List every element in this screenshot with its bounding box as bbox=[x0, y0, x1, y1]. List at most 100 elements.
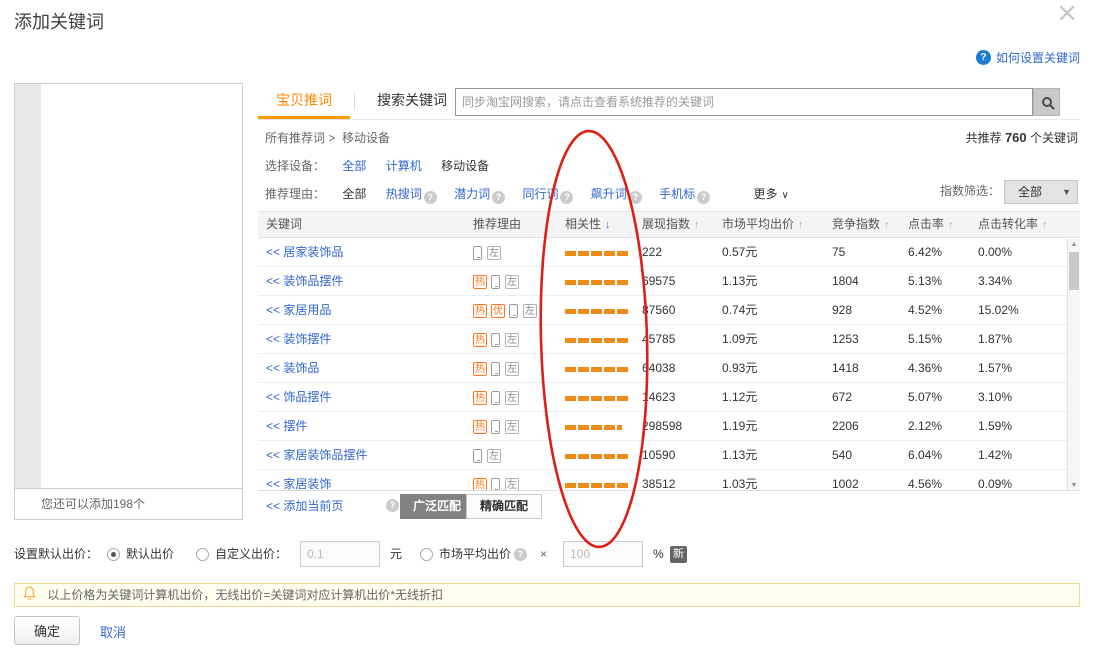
broad-match-button[interactable]: 广泛匹配 bbox=[400, 494, 474, 519]
market-avg-bid-cell: 0.57元 bbox=[720, 238, 830, 266]
confirm-button[interactable]: 确定 bbox=[14, 616, 80, 645]
reason-option-mobile-tag[interactable]: 手机标 bbox=[659, 187, 695, 201]
device-option-all[interactable]: 全部 bbox=[342, 159, 366, 173]
column-header-market-avg-bid[interactable]: 市场平均出价↑ bbox=[720, 212, 830, 237]
column-header-relevance[interactable]: 相关性 ↓ bbox=[558, 212, 640, 237]
sort-asc-icon[interactable]: ↑ bbox=[948, 219, 954, 231]
radio-custom-bid[interactable] bbox=[196, 548, 209, 561]
column-header-competition-index[interactable]: 竞争指数↑ bbox=[830, 212, 906, 237]
dropdown-arrow-icon: ▼ bbox=[1062, 181, 1071, 203]
mobile-device-icon bbox=[473, 449, 482, 463]
ctr-cell: 4.36% bbox=[906, 354, 976, 382]
keyword-link[interactable]: << 装饰品摆件 bbox=[266, 274, 343, 288]
help-circle-icon[interactable]: ? bbox=[424, 191, 437, 204]
keyword-link[interactable]: << 居家装饰品 bbox=[266, 245, 343, 259]
radio-market-avg-bid[interactable] bbox=[420, 548, 433, 561]
custom-bid-label[interactable]: 自定义出价： bbox=[215, 540, 287, 568]
help-circle-icon[interactable]: ? bbox=[514, 548, 527, 561]
relevance-bar-segment bbox=[578, 280, 589, 285]
relevance-bars bbox=[565, 268, 630, 296]
help-circle-icon[interactable]: ? bbox=[560, 191, 573, 204]
keyword-link[interactable]: << 家居用品 bbox=[266, 303, 331, 317]
cancel-button[interactable]: 取消 bbox=[100, 622, 126, 641]
device-option-mobile[interactable]: 移动设备 bbox=[441, 159, 489, 173]
reason-option-surging[interactable]: 飙升词 bbox=[591, 187, 627, 201]
device-option-computer[interactable]: 计算机 bbox=[386, 159, 422, 173]
keyword-link[interactable]: << 家居装饰 bbox=[266, 477, 331, 490]
help-link-row[interactable]: ?如何设置关键词 bbox=[976, 49, 1080, 66]
keyword-link[interactable]: << 摆件 bbox=[266, 419, 307, 433]
keyword-cell: << 摆件 bbox=[258, 412, 473, 440]
relevance-bars bbox=[565, 355, 630, 383]
impression-index-cell: 14623 bbox=[640, 383, 720, 411]
relevance-bars bbox=[565, 413, 624, 441]
column-header-label: 展现指数 bbox=[642, 217, 690, 231]
relevance-bar-segment bbox=[604, 251, 615, 256]
keyword-search-input[interactable] bbox=[455, 88, 1033, 116]
sort-desc-icon[interactable]: ↓ bbox=[605, 219, 611, 231]
scrollbar-thumb[interactable] bbox=[1069, 252, 1079, 290]
column-header-impression-index[interactable]: 展现指数 ↑ bbox=[640, 212, 720, 237]
price-notice-text: 以上价格为关键词计算机出价，无线出价=关键词对应计算机出价*无线折扣 bbox=[47, 588, 443, 602]
percent-input[interactable] bbox=[563, 541, 643, 567]
reason-option-all[interactable]: 全部 bbox=[342, 187, 366, 201]
keyword-link[interactable]: << 家居装饰品摆件 bbox=[266, 448, 367, 462]
filters-section: 所有推荐词 > 移动设备 选择设备： 全部 计算机 移动设备 推荐理由： 全部 … bbox=[258, 120, 1080, 211]
ctr-cell: 4.52% bbox=[906, 296, 976, 324]
market-avg-bid-cell: 1.13元 bbox=[720, 267, 830, 295]
help-circle-icon[interactable]: ? bbox=[629, 191, 642, 204]
column-header-ctr[interactable]: 点击率↑ bbox=[906, 212, 976, 237]
keyword-link[interactable]: << 装饰品 bbox=[266, 361, 319, 375]
help-circle-icon[interactable]: ? bbox=[386, 499, 399, 512]
sort-asc-icon[interactable]: ↑ bbox=[884, 219, 890, 231]
reason-cell: 热左 bbox=[473, 470, 558, 490]
keyword-cell: << 装饰品 bbox=[258, 354, 473, 382]
bid-settings-row: 设置默认出价： 默认出价 自定义出价： 元 市场平均出价 ? × % 新 bbox=[14, 540, 1080, 568]
tab-item-recommend[interactable]: 宝贝推词 bbox=[258, 83, 350, 119]
relevance-bar-segment bbox=[591, 396, 602, 401]
breadcrumb: 所有推荐词 > 移动设备 bbox=[265, 129, 390, 146]
close-icon[interactable]: × bbox=[1056, 0, 1078, 26]
index-filter-dropdown[interactable]: 全部▼ bbox=[1004, 180, 1078, 204]
index-filter-label: 指数筛选： bbox=[940, 184, 1000, 198]
market-avg-bid-label[interactable]: 市场平均出价 bbox=[439, 540, 511, 568]
add-current-page-link[interactable]: << 添加当前页 bbox=[266, 491, 343, 521]
reason-option-peer[interactable]: 同行词 bbox=[522, 187, 558, 201]
tab-search-keywords[interactable]: 搜索关键词 bbox=[359, 83, 465, 119]
table-row: << 家居用品热优左875600.74元9284.52%15.02% bbox=[258, 296, 1067, 325]
ctr-cell: 4.56% bbox=[906, 470, 976, 490]
how-to-set-keywords-link[interactable]: 如何设置关键词 bbox=[996, 51, 1080, 65]
impression-index-cell: 45785 bbox=[640, 325, 720, 353]
more-filters-button[interactable]: 更多∨ bbox=[754, 187, 789, 201]
radio-default-bid[interactable] bbox=[107, 548, 120, 561]
relevance-bar-segment bbox=[565, 251, 576, 256]
sort-asc-icon[interactable]: ↑ bbox=[798, 219, 804, 231]
search-button[interactable] bbox=[1033, 88, 1060, 116]
breadcrumb-root[interactable]: 所有推荐词 bbox=[265, 131, 325, 145]
help-circle-icon[interactable]: ? bbox=[697, 191, 710, 204]
multiply-sign: × bbox=[540, 540, 547, 568]
conversion-rate-cell: 1.57% bbox=[976, 354, 1066, 382]
relevance-bar-segment bbox=[565, 454, 576, 459]
relevance-cell bbox=[558, 354, 640, 382]
reason-option-potential[interactable]: 潜力词 bbox=[454, 187, 490, 201]
default-bid-label[interactable]: 默认出价 bbox=[126, 540, 174, 568]
scrollbar-down-icon[interactable]: ▼ bbox=[1068, 482, 1080, 489]
scrollbar-up-icon[interactable]: ▲ bbox=[1068, 241, 1080, 248]
sort-asc-icon[interactable]: ↑ bbox=[694, 219, 700, 231]
exact-match-button[interactable]: 精确匹配 bbox=[466, 494, 542, 519]
keyword-link[interactable]: << 饰品摆件 bbox=[266, 390, 331, 404]
sort-asc-icon[interactable]: ↑ bbox=[1042, 219, 1048, 231]
custom-bid-input[interactable] bbox=[300, 541, 380, 567]
column-header-conversion-rate[interactable]: 点击转化率↑ bbox=[976, 212, 1066, 237]
price-notice-bar: 以上价格为关键词计算机出价，无线出价=关键词对应计算机出价*无线折扣 bbox=[14, 583, 1080, 607]
competition-index-cell: 672 bbox=[830, 383, 906, 411]
help-circle-icon[interactable]: ? bbox=[492, 191, 505, 204]
keyword-link[interactable]: << 装饰摆件 bbox=[266, 332, 331, 346]
ctr-cell: 2.12% bbox=[906, 412, 976, 440]
reason-option-hot[interactable]: 热搜词 bbox=[386, 187, 422, 201]
column-header-label: 相关性 bbox=[565, 217, 601, 231]
ctr-cell: 5.13% bbox=[906, 267, 976, 295]
market-avg-bid-cell: 1.03元 bbox=[720, 470, 830, 490]
table-scrollbar[interactable]: ▲ ▼ bbox=[1067, 239, 1080, 491]
